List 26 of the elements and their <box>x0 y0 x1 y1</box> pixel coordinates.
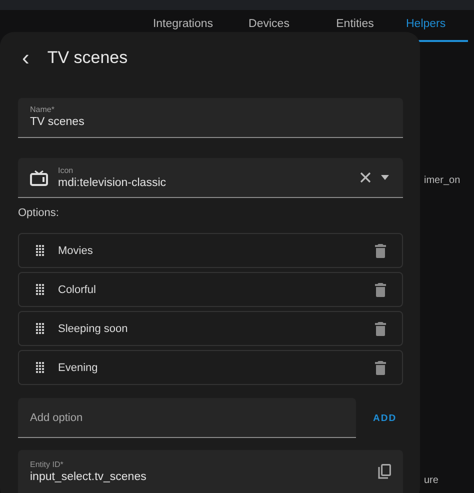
clear-icon[interactable] <box>360 172 371 183</box>
delete-icon[interactable] <box>375 282 386 296</box>
dialog-title: TV scenes <box>47 48 128 68</box>
option-label: Colorful <box>58 284 97 296</box>
drag-handle-icon[interactable] <box>36 362 44 373</box>
add-option-field[interactable]: Add option <box>18 398 356 438</box>
option-label: Movies <box>58 244 94 256</box>
television-icon <box>30 170 48 186</box>
caret-icon[interactable] <box>381 175 389 180</box>
options-label: Options: <box>18 207 60 219</box>
add-button[interactable]: ADD <box>369 408 401 428</box>
drag-handle-icon[interactable] <box>36 245 44 256</box>
name-field[interactable]: Name* TV scenes <box>18 98 403 138</box>
drag-handle-icon[interactable] <box>36 284 44 295</box>
copy-icon[interactable] <box>378 464 391 479</box>
drag-handle-icon[interactable] <box>36 323 44 334</box>
entity-id-field[interactable]: Entity ID* input_select.tv_scenes <box>18 450 403 493</box>
delete-icon[interactable] <box>375 244 386 258</box>
back-button[interactable]: ‹ <box>18 45 34 71</box>
delete-icon[interactable] <box>375 360 386 374</box>
icon-field[interactable]: Icon mdi:television-classic <box>18 158 403 198</box>
list-item-text: imer_on <box>424 175 460 186</box>
list-item-text: ure <box>424 475 438 486</box>
option-label: Evening <box>58 362 99 374</box>
option-label: Sleeping soon <box>58 322 129 334</box>
delete-icon[interactable] <box>375 322 386 336</box>
